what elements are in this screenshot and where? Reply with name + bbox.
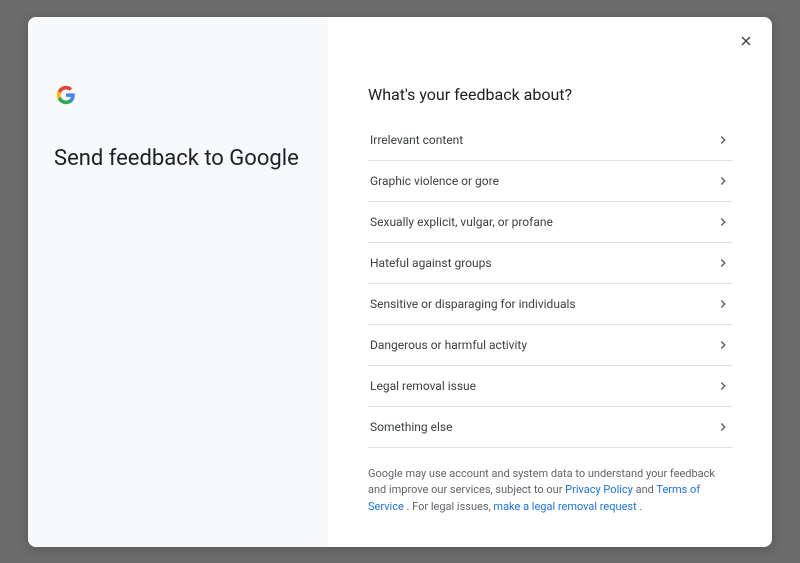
option-label: Sensitive or disparaging for individuals [370, 297, 576, 311]
option-graphic-violence[interactable]: Graphic violence or gore [368, 161, 732, 202]
option-label: Sexually explicit, vulgar, or profane [370, 215, 553, 229]
feedback-dialog: Send feedback to Google What's your feed… [28, 17, 772, 547]
chevron-right-icon [716, 297, 730, 311]
legal-removal-link[interactable]: make a legal removal request [493, 500, 636, 513]
chevron-right-icon [716, 174, 730, 188]
chevron-right-icon [716, 133, 730, 147]
option-label: Graphic violence or gore [370, 174, 499, 188]
feedback-options-list: Irrelevant content Graphic violence or g… [368, 120, 732, 448]
option-dangerous-activity[interactable]: Dangerous or harmful activity [368, 325, 732, 366]
option-label: Dangerous or harmful activity [370, 338, 527, 352]
chevron-right-icon [716, 215, 730, 229]
option-label: Something else [370, 420, 453, 434]
option-legal-removal[interactable]: Legal removal issue [368, 366, 732, 407]
chevron-right-icon [716, 379, 730, 393]
privacy-policy-link[interactable]: Privacy Policy [565, 483, 633, 496]
google-logo-icon [56, 85, 76, 105]
option-label: Irrelevant content [370, 133, 463, 147]
option-sexually-explicit[interactable]: Sexually explicit, vulgar, or profane [368, 202, 732, 243]
option-something-else[interactable]: Something else [368, 407, 732, 448]
option-disparaging-individuals[interactable]: Sensitive or disparaging for individuals [368, 284, 732, 325]
option-label: Hateful against groups [370, 256, 492, 270]
close-button[interactable] [734, 31, 758, 55]
chevron-right-icon [716, 256, 730, 270]
section-title: What's your feedback about? [368, 85, 732, 104]
footer-disclaimer: Google may use account and system data t… [368, 466, 732, 516]
page-title: Send feedback to Google [54, 145, 302, 174]
chevron-right-icon [716, 420, 730, 434]
close-icon [738, 33, 754, 53]
option-irrelevant-content[interactable]: Irrelevant content [368, 120, 732, 161]
option-label: Legal removal issue [370, 379, 476, 393]
right-panel: What's your feedback about? Irrelevant c… [328, 17, 772, 547]
chevron-right-icon [716, 338, 730, 352]
left-panel: Send feedback to Google [28, 17, 328, 547]
option-hateful-groups[interactable]: Hateful against groups [368, 243, 732, 284]
